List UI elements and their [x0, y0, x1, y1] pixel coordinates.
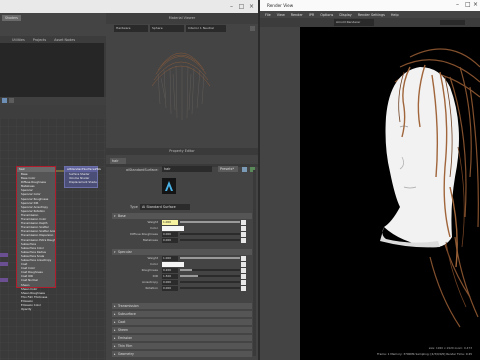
maximize-icon[interactable]: □: [465, 2, 471, 8]
slider-fill: [180, 221, 240, 223]
section-thin-film[interactable]: Thin Film: [112, 343, 252, 349]
rendered-head-image: [380, 48, 480, 328]
subtab-projects[interactable]: Projects: [33, 38, 46, 42]
value-slider[interactable]: [180, 233, 240, 235]
map-button-icon[interactable]: [241, 219, 246, 225]
subtab-asset-nodes[interactable]: Asset Nodes: [54, 38, 75, 42]
material-viewer-title: Material Viewer: [106, 13, 258, 24]
value-field[interactable]: 0.000: [162, 231, 178, 237]
value-slider[interactable]: [180, 275, 240, 277]
browser-content[interactable]: [0, 43, 104, 97]
map-button-icon[interactable]: [241, 273, 246, 279]
environment-dropdown[interactable]: Interior 1 Neutral: [186, 25, 226, 32]
arnold-logo-icon: [162, 178, 176, 194]
value-field[interactable]: 0.000: [162, 279, 178, 285]
shader-name-field[interactable]: hair: [162, 166, 212, 172]
value-slider[interactable]: [180, 281, 240, 283]
map-button-icon[interactable]: [241, 237, 246, 243]
section-transmission[interactable]: Transmission: [112, 303, 252, 309]
render-view-toolbar: Arnold Renderer: [260, 18, 480, 27]
maximize-icon[interactable]: □: [238, 3, 245, 10]
node-editor-toolbar[interactable]: [0, 97, 106, 105]
slider-fill: [180, 257, 240, 259]
property-editor-title: Property Editor: [106, 148, 258, 155]
render-view-side-panel: [260, 27, 300, 360]
menu-item-render-settings[interactable]: Render Settings: [358, 13, 385, 17]
map-button-icon[interactable]: [241, 261, 246, 267]
node-editor-tabs: [0, 105, 106, 118]
value-field[interactable]: 0.000: [162, 285, 178, 291]
color-swatch[interactable]: [162, 261, 184, 267]
render-view-menubar: File View Render IPR Options Display Render Se…: [260, 11, 480, 18]
slider-fill: [180, 275, 198, 277]
value-field[interactable]: 1.000: [162, 255, 178, 261]
render-view-title: Render View: [260, 0, 480, 11]
map-button-icon[interactable]: [241, 267, 246, 273]
section-subsurface[interactable]: Subsurface: [112, 311, 252, 317]
map-button-icon[interactable]: [241, 285, 246, 291]
menu-item-file[interactable]: File: [265, 13, 271, 17]
browser-tab-active[interactable]: Shaders: [2, 15, 21, 21]
file-node-stub: [0, 253, 8, 257]
shader-type-label: aiStandardSurface:: [126, 167, 159, 172]
attr-row-rotation: Rotation 0.000: [118, 285, 252, 291]
value-field[interactable]: 1.000: [162, 219, 178, 225]
layout-icon[interactable]: [9, 98, 14, 103]
value-slider[interactable]: [180, 239, 240, 241]
attr-row-metalness: Metalness 0.000: [118, 237, 252, 243]
map-button-icon[interactable]: [241, 255, 246, 261]
slider-fill: [180, 269, 192, 271]
render-image[interactable]: [300, 27, 480, 347]
section-sheen[interactable]: Sheen: [112, 327, 252, 333]
attr-label: Rotation: [145, 286, 158, 290]
minimize-icon[interactable]: –: [456, 2, 462, 8]
hair-preview-sphere: [151, 52, 211, 120]
exposure-field[interactable]: [440, 20, 465, 25]
value-slider[interactable]: [180, 287, 240, 289]
value-slider[interactable]: [180, 221, 240, 223]
render-stats-status: Frame: 1 Memory: 3790Mb Sampling: [4/3/0…: [377, 352, 472, 356]
value-field[interactable]: 0.000: [162, 237, 178, 243]
material-viewer-toolbar: Hardware Sphere Interior 1 Neutral: [106, 24, 258, 33]
menu-item-display[interactable]: Display: [339, 13, 352, 17]
renderer-dropdown[interactable]: Arnold Renderer: [334, 19, 374, 26]
input-output-icon[interactable]: [242, 166, 247, 172]
section-geometry[interactable]: Geometry: [112, 351, 252, 357]
type-label: Type: [130, 205, 138, 209]
menu-item-options[interactable]: Options: [320, 13, 333, 17]
property-scrollbar[interactable]: [253, 170, 256, 356]
menu-item-view[interactable]: View: [277, 13, 285, 17]
close-icon[interactable]: ×: [473, 2, 479, 8]
file-node-stub: [0, 262, 8, 266]
attr-label: Metalness: [142, 238, 158, 242]
section-emission[interactable]: Emission: [112, 335, 252, 341]
close-icon[interactable]: ×: [248, 3, 255, 10]
value-slider[interactable]: [180, 269, 240, 271]
subtab-materials[interactable]: Utilities: [12, 38, 25, 42]
shape-dropdown[interactable]: Sphere: [150, 25, 184, 32]
value-field[interactable]: 1.500: [162, 273, 178, 279]
minimize-icon[interactable]: –: [228, 3, 235, 10]
value-slider[interactable]: [180, 257, 240, 259]
map-button-icon[interactable]: [241, 279, 246, 285]
menu-item-ipr[interactable]: IPR: [309, 13, 314, 17]
presets-button[interactable]: Presets*: [218, 166, 238, 172]
type-dropdown[interactable]: Ai Standard Surface: [140, 204, 190, 210]
node-connections: [0, 170, 64, 282]
shader-name-row: aiStandardSurface: hair Presets*: [106, 166, 258, 174]
menu-item-render[interactable]: Render: [291, 13, 303, 17]
menu-item-help[interactable]: Help: [391, 13, 399, 17]
value-field[interactable]: 0.200: [162, 267, 178, 273]
hypershade-title-bar: – □ ×: [0, 0, 258, 13]
file-node-stub: [0, 278, 8, 282]
map-button-icon[interactable]: [241, 231, 246, 237]
color-swatch[interactable]: [162, 225, 184, 231]
graph-icon[interactable]: [2, 98, 7, 103]
browser-subtabs: Utilities Projects Asset Nodes: [0, 36, 106, 43]
section-coat[interactable]: Coat: [112, 319, 252, 325]
map-button-icon[interactable]: [241, 225, 246, 231]
settings-icon[interactable]: [250, 26, 255, 31]
renderer-dropdown[interactable]: Hardware: [114, 25, 148, 32]
